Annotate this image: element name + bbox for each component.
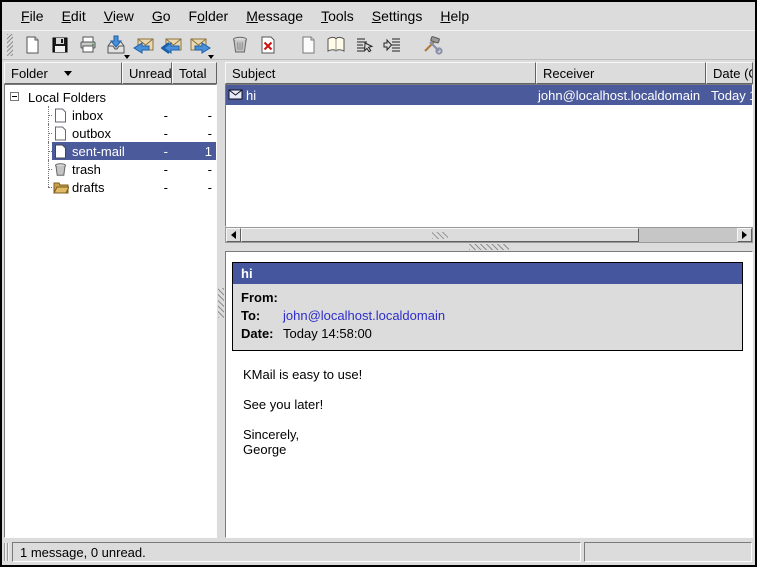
message-preview-pane: hi From: To: john@localhost.localdomain … [225, 251, 753, 538]
configure-button[interactable] [418, 32, 446, 59]
new-message-icon [22, 35, 42, 55]
sort-descending-icon [64, 71, 72, 76]
mail-page-icon [53, 144, 70, 159]
envelope-icon [228, 88, 243, 103]
check-mail-icon [105, 35, 127, 55]
page-icon [298, 35, 318, 55]
trash-icon [53, 162, 70, 177]
message-list: Subject Receiver Date (O hi john@localho… [225, 62, 753, 243]
message-list-button[interactable] [350, 32, 378, 59]
folder-row-drafts[interactable]: drafts - - [5, 178, 216, 196]
queue-list-button[interactable] [378, 32, 406, 59]
print-button[interactable] [74, 32, 102, 59]
message-list-icon [354, 35, 374, 55]
statusbar-message-count: 1 message, 0 unread. [12, 542, 581, 562]
new-message-button[interactable] [18, 32, 46, 59]
collapse-expander-icon[interactable] [10, 92, 19, 101]
vertical-splitter[interactable] [217, 62, 225, 538]
unread-column-header[interactable]: Unread [122, 62, 172, 84]
message-header-box: hi From: To: john@localhost.localdomain … [232, 262, 743, 351]
reply-all-button[interactable] [158, 32, 186, 59]
message-header-fields: From: To: john@localhost.localdomain Dat… [233, 284, 742, 350]
scroll-right-button[interactable] [737, 228, 752, 242]
horizontal-scrollbar[interactable] [225, 227, 753, 243]
folder-column-header[interactable]: Folder [4, 62, 122, 84]
scrollbar-thumb[interactable] [241, 228, 639, 242]
save-button[interactable] [46, 32, 74, 59]
subject-column-header[interactable]: Subject [225, 62, 536, 84]
menu-file[interactable]: File [12, 5, 53, 27]
configure-icon [421, 35, 443, 55]
delete-icon [258, 35, 278, 55]
reply-all-icon [161, 35, 183, 55]
forward-dropdown-icon[interactable] [208, 55, 214, 59]
reply-button[interactable] [130, 32, 158, 59]
menu-settings[interactable]: Settings [363, 5, 432, 27]
folder-row-inbox[interactable]: inbox - - [5, 106, 216, 124]
address-book-button[interactable] [322, 32, 350, 59]
splitter-grip-icon [469, 244, 509, 250]
menu-folder[interactable]: Folder [180, 5, 238, 27]
kmail-window: File Edit View Go Folder Message Tools S… [0, 0, 757, 567]
message-row[interactable]: hi john@localhost.localdomain Today 14 [226, 85, 752, 105]
date-row: Date: Today 14:58:00 [241, 325, 734, 343]
move-to-trash-button[interactable] [226, 32, 254, 59]
scrollbar-track[interactable] [639, 228, 737, 242]
menu-message[interactable]: Message [237, 5, 312, 27]
forward-button[interactable] [186, 32, 214, 59]
menu-view[interactable]: View [95, 5, 143, 27]
open-folder-icon [53, 180, 70, 194]
address-book-icon [325, 35, 347, 55]
message-body: KMail is easy to use! See you later! Sin… [243, 367, 742, 457]
statusbar-secondary-panel [584, 542, 752, 562]
receiver-column-header[interactable]: Receiver [536, 62, 706, 84]
print-icon [78, 35, 98, 55]
folder-row-outbox[interactable]: outbox - - [5, 124, 216, 142]
folder-panel: Folder Unread Total Local Folders inbox … [4, 62, 217, 538]
queue-list-icon [382, 35, 402, 55]
toolbar-grip[interactable] [7, 34, 13, 56]
splitter-grip-icon [218, 288, 224, 318]
folder-tree: Local Folders inbox - - outbox [4, 84, 217, 538]
menubar: File Edit View Go Folder Message Tools S… [2, 2, 755, 30]
right-column: Subject Receiver Date (O hi john@localho… [225, 62, 753, 538]
to-row: To: john@localhost.localdomain [241, 307, 734, 325]
folder-row-local-folders[interactable]: Local Folders [5, 88, 216, 106]
horizontal-splitter[interactable] [225, 243, 753, 251]
total-column-header[interactable]: Total [172, 62, 217, 84]
trash-icon [230, 35, 250, 55]
message-list-area: hi john@localhost.localdomain Today 14 [225, 84, 753, 227]
thumb-grip-icon [432, 232, 448, 239]
folder-panel-headers: Folder Unread Total [4, 62, 217, 84]
menu-tools[interactable]: Tools [312, 5, 363, 27]
toolbar [2, 30, 755, 60]
mail-page-icon [53, 126, 70, 141]
statusbar: 1 message, 0 unread. [2, 539, 755, 565]
scroll-right-icon [742, 231, 747, 239]
menu-help[interactable]: Help [431, 5, 478, 27]
selected-folder-highlight: sent-mail - 1 [52, 142, 216, 160]
message-subject-bar: hi [233, 263, 742, 284]
folder-row-sent-mail[interactable]: sent-mail - 1 [5, 142, 216, 160]
date-column-header[interactable]: Date (O [706, 62, 753, 84]
forward-icon [189, 35, 211, 55]
reply-icon [133, 35, 155, 55]
menu-go[interactable]: Go [143, 5, 180, 27]
to-address-link[interactable]: john@localhost.localdomain [283, 307, 445, 325]
delete-button[interactable] [254, 32, 282, 59]
folder-row-trash[interactable]: trash - - [5, 160, 216, 178]
statusbar-grip [4, 543, 9, 561]
from-row: From: [241, 289, 734, 307]
date-value: Today 14:58:00 [283, 325, 372, 343]
scroll-left-button[interactable] [226, 228, 241, 242]
menu-edit[interactable]: Edit [53, 5, 95, 27]
check-mail-button[interactable] [102, 32, 130, 59]
main-area: Folder Unread Total Local Folders inbox … [2, 60, 755, 539]
save-icon [50, 35, 70, 55]
scroll-left-icon [231, 231, 236, 239]
mail-page-icon [53, 108, 70, 123]
new-reader-window-button[interactable] [294, 32, 322, 59]
message-list-headers: Subject Receiver Date (O [225, 62, 753, 84]
